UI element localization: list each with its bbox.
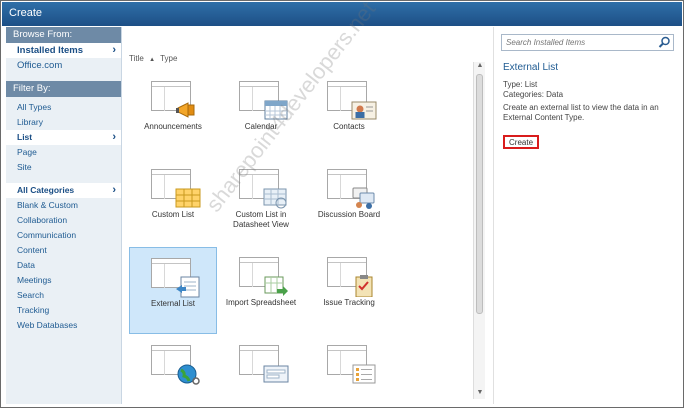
tile-label: Calendar bbox=[244, 122, 278, 131]
contact-card-icon bbox=[351, 101, 377, 120]
list-items-icon bbox=[352, 364, 376, 384]
detail-description: Create an external list to view the data… bbox=[503, 103, 659, 122]
tile-globe-list[interactable] bbox=[129, 335, 217, 403]
category-label: Blank & Custom bbox=[17, 200, 78, 210]
search-box bbox=[501, 34, 674, 51]
sort-bar: Title ▲ Type bbox=[129, 54, 180, 63]
sort-ascending-icon: ▲ bbox=[149, 57, 156, 63]
tile-discussion-board[interactable]: Discussion Board bbox=[305, 159, 393, 246]
template-gallery: Title ▲ Type Announcements Calendar Cont… bbox=[122, 27, 484, 404]
browse-office-com-label: Office.com bbox=[17, 60, 63, 71]
form-icon bbox=[263, 365, 289, 383]
tile-label: External List bbox=[150, 299, 196, 308]
filter-category-collaboration[interactable]: Collaboration bbox=[6, 213, 121, 228]
tile-custom-list[interactable]: Custom List bbox=[129, 159, 217, 246]
filter-all-categories-label: All Categories bbox=[17, 185, 75, 195]
tile-label: Custom List bbox=[151, 210, 195, 219]
filter-site-label: Site bbox=[17, 162, 32, 172]
tile-issue-tracking[interactable]: Issue Tracking bbox=[305, 247, 393, 334]
sort-title-link[interactable]: Title bbox=[129, 54, 144, 63]
calendar-icon bbox=[264, 100, 288, 120]
tile-label: Discussion Board bbox=[317, 210, 381, 219]
filter-library[interactable]: Library bbox=[6, 115, 121, 130]
browse-office-com[interactable]: Office.com bbox=[6, 58, 121, 73]
chevron-right-icon: › bbox=[112, 44, 116, 56]
detail-categories: Categories: Data bbox=[503, 90, 564, 99]
filter-all-types-label: All Types bbox=[17, 102, 52, 112]
tile-contacts[interactable]: Contacts bbox=[305, 71, 393, 158]
tile-label: Announcements bbox=[144, 122, 202, 131]
tile-form-list[interactable] bbox=[217, 335, 305, 403]
tile-calendar[interactable]: Calendar bbox=[217, 71, 305, 158]
filter-list-label: List bbox=[17, 132, 33, 142]
filter-category-web-databases[interactable]: Web Databases bbox=[6, 318, 121, 333]
import-spreadsheet-icon bbox=[264, 276, 288, 296]
clipboard-icon bbox=[355, 275, 373, 297]
chevron-right-icon: › bbox=[112, 131, 116, 143]
browse-installed-items[interactable]: Installed Items › bbox=[6, 43, 121, 58]
chevron-right-icon: › bbox=[112, 184, 116, 196]
detail-type: Type: List bbox=[503, 80, 538, 89]
category-label: Content bbox=[17, 245, 47, 255]
tile-import-spreadsheet[interactable]: Import Spreadsheet bbox=[217, 247, 305, 334]
filter-category-blank-custom[interactable]: Blank & Custom bbox=[6, 198, 121, 213]
filter-category-tracking[interactable]: Tracking bbox=[6, 303, 121, 318]
tile-label: Import Spreadsheet bbox=[225, 298, 297, 307]
detail-pane: External List Type: List Categories: Dat… bbox=[493, 27, 682, 404]
category-label: Collaboration bbox=[17, 215, 68, 225]
discussion-icon bbox=[352, 187, 375, 209]
browse-from-header: Browse From: bbox=[6, 27, 121, 43]
category-label: Web Databases bbox=[17, 320, 78, 330]
category-label: Communication bbox=[17, 230, 77, 240]
filter-category-communication[interactable]: Communication bbox=[6, 228, 121, 243]
dialog-title: Create bbox=[9, 7, 43, 19]
gallery-scrollbar[interactable]: ▲ ▼ bbox=[473, 62, 485, 399]
search-input[interactable] bbox=[502, 35, 652, 50]
dialog-title-bar: Create bbox=[2, 2, 682, 26]
category-label: Data bbox=[17, 260, 35, 270]
tile-label: Custom List in Datasheet View bbox=[233, 210, 289, 229]
tile-announcements[interactable]: Announcements bbox=[129, 71, 217, 158]
megaphone-icon bbox=[176, 102, 195, 118]
tile-custom-list-datasheet[interactable]: Custom List in Datasheet View bbox=[217, 159, 305, 246]
detail-title: External List bbox=[503, 62, 559, 73]
filter-page-label: Page bbox=[17, 147, 37, 157]
filter-category-data[interactable]: Data bbox=[6, 258, 121, 273]
filter-category-content[interactable]: Content bbox=[6, 243, 121, 258]
category-label: Tracking bbox=[17, 305, 50, 315]
filter-site[interactable]: Site bbox=[6, 160, 121, 175]
category-label: Search bbox=[17, 290, 44, 300]
filter-page[interactable]: Page bbox=[6, 145, 121, 160]
scroll-down-icon[interactable]: ▼ bbox=[475, 389, 485, 399]
scroll-up-icon[interactable]: ▲ bbox=[475, 62, 485, 72]
filter-library-label: Library bbox=[17, 117, 43, 127]
tile-label: Issue Tracking bbox=[323, 298, 375, 307]
filter-category-meetings[interactable]: Meetings bbox=[6, 273, 121, 288]
create-button[interactable]: Create bbox=[503, 135, 540, 149]
tile-external-list[interactable]: External List bbox=[129, 247, 217, 334]
filter-all-categories[interactable]: All Categories › bbox=[6, 183, 121, 198]
search-icon[interactable] bbox=[658, 36, 671, 49]
external-list-icon bbox=[176, 276, 200, 298]
filter-by-header: Filter By: bbox=[6, 81, 121, 97]
sort-type-link[interactable]: Type bbox=[160, 54, 177, 63]
scrollbar-thumb[interactable] bbox=[476, 74, 483, 314]
category-label: Meetings bbox=[17, 275, 52, 285]
datasheet-icon bbox=[263, 188, 287, 209]
create-dialog: Create Browse From: Installed Items › Of… bbox=[0, 0, 684, 408]
filter-category-search[interactable]: Search bbox=[6, 288, 121, 303]
table-icon bbox=[175, 188, 201, 208]
sidebar: Browse From: Installed Items › Office.co… bbox=[6, 27, 122, 404]
filter-list[interactable]: List › bbox=[6, 130, 121, 145]
browse-installed-items-label: Installed Items bbox=[17, 45, 83, 56]
globe-icon bbox=[177, 364, 200, 385]
filter-all-types[interactable]: All Types bbox=[6, 100, 121, 115]
tile-list-items[interactable] bbox=[305, 335, 393, 403]
tile-label: Contacts bbox=[333, 122, 365, 131]
